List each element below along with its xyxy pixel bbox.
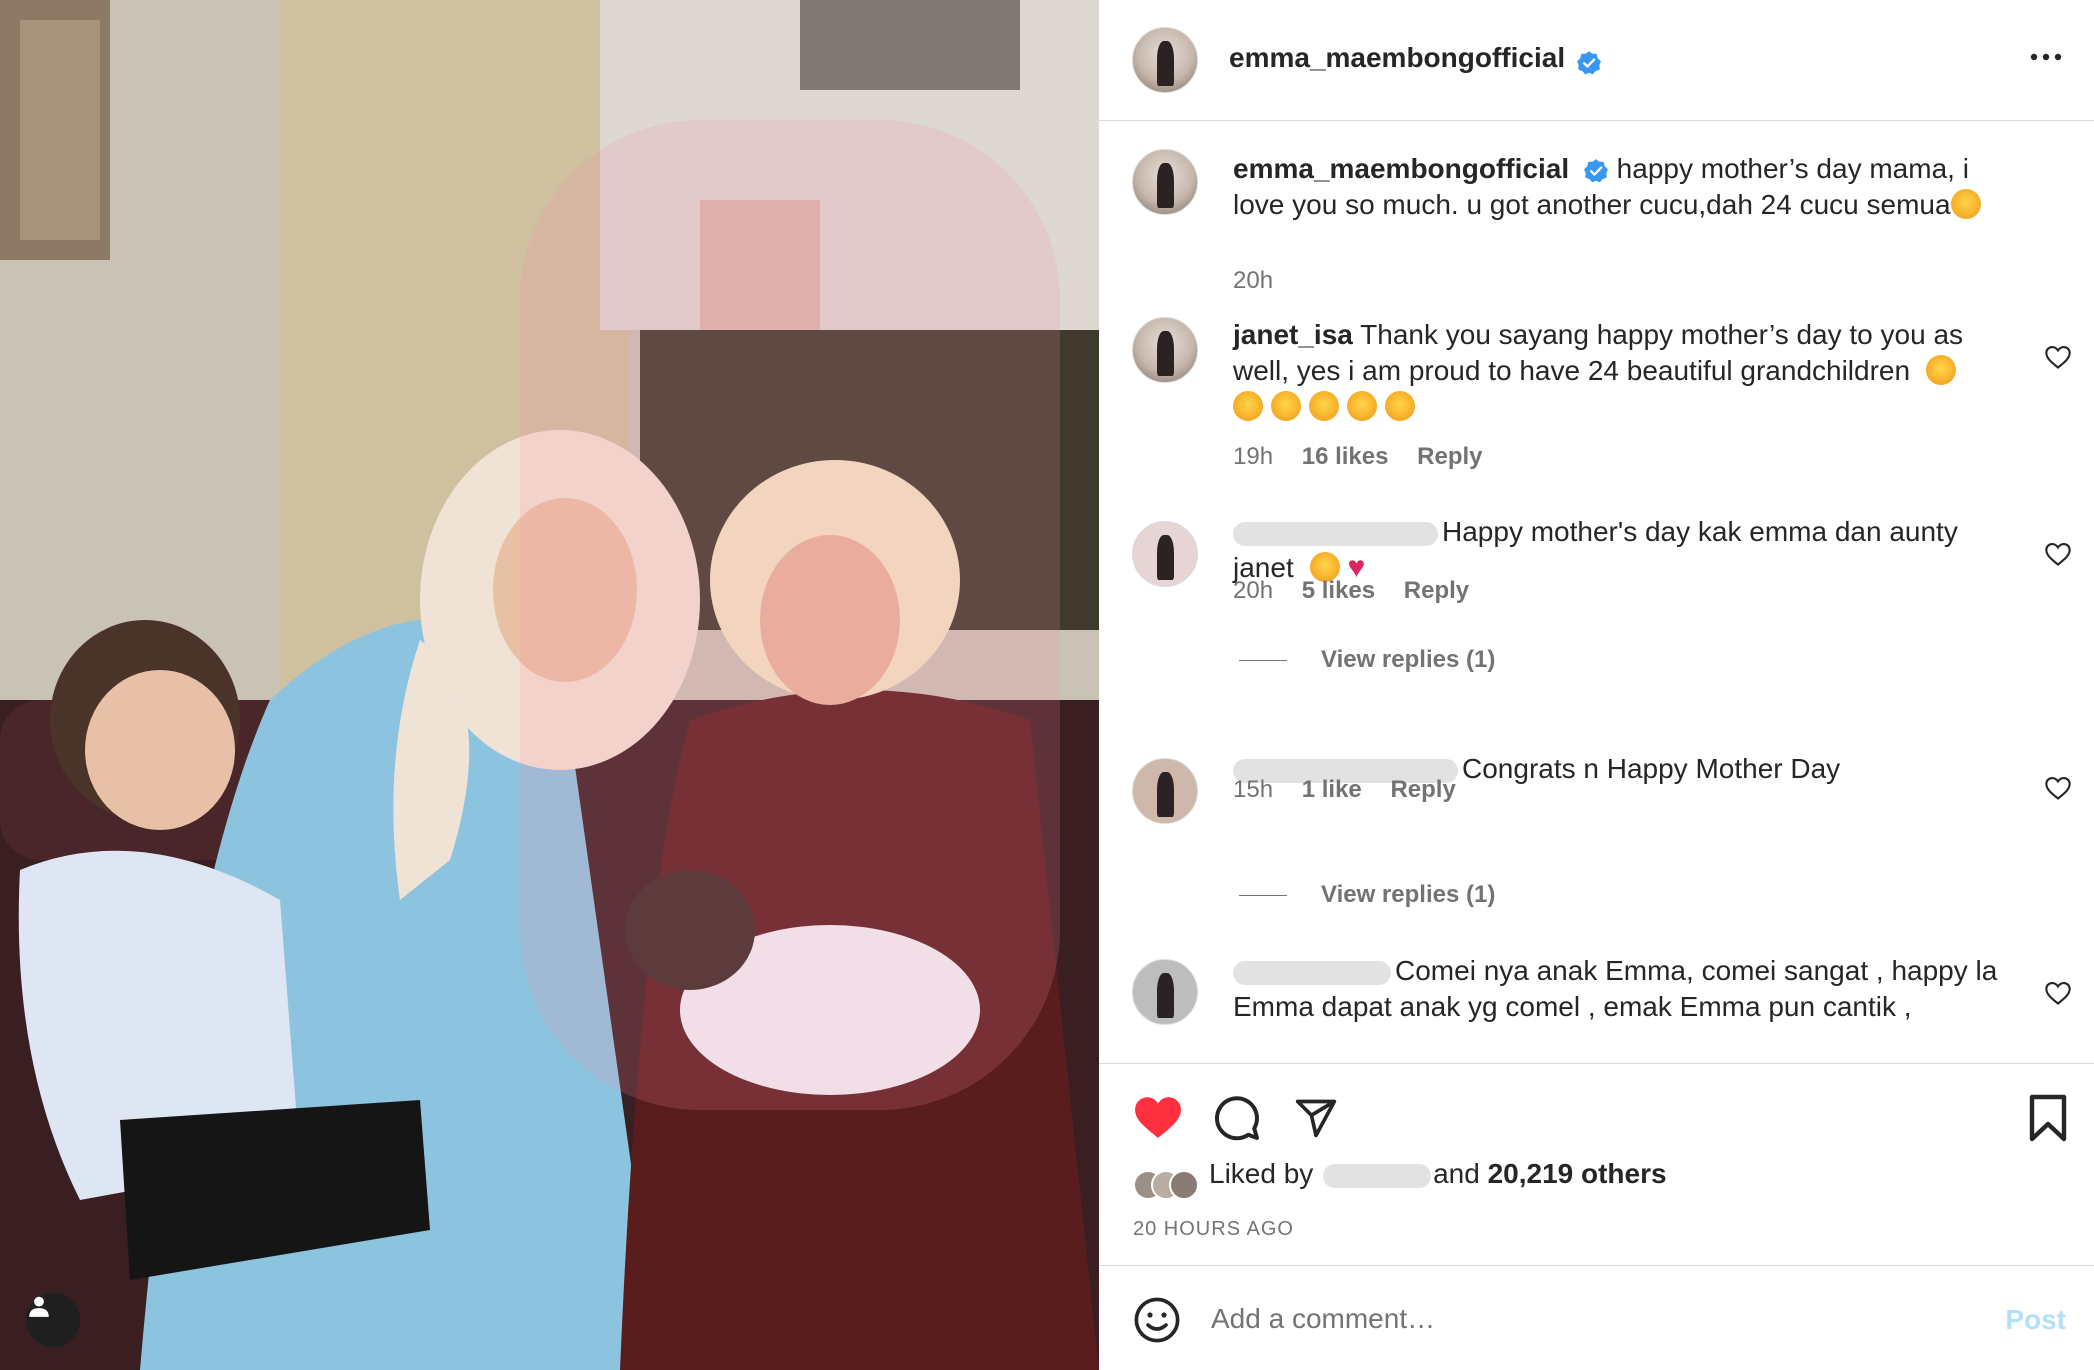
reply-button[interactable]: Reply	[1417, 443, 1482, 470]
comment-likes[interactable]: 1 like	[1302, 776, 1362, 803]
user-tag-icon	[29, 1296, 49, 1317]
comments-list[interactable]: emma_maembongofficial happy mother’s day…	[1099, 121, 2094, 1063]
caption-username[interactable]: emma_maembongofficial	[1233, 153, 1569, 184]
smiling-hearts-emoji-icon	[1309, 391, 1339, 421]
caption-author-avatar[interactable]	[1132, 149, 1198, 215]
view-replies-button[interactable]: View replies (1)	[1239, 881, 1495, 909]
smiling-hearts-emoji-icon	[1271, 391, 1301, 421]
heart-filled-icon[interactable]	[1133, 1094, 1183, 1140]
commenter-avatar[interactable]	[1132, 758, 1198, 824]
comment-likes[interactable]: 16 likes	[1302, 443, 1389, 470]
comment-time: 19h	[1233, 443, 1274, 470]
comment-icon[interactable]	[1213, 1094, 1261, 1142]
more-icon[interactable]	[2028, 45, 2064, 69]
caption-text-block: emma_maembongofficial happy mother’s day…	[1233, 151, 2003, 223]
view-replies-button[interactable]: View replies (1)	[1239, 646, 1495, 674]
post-timestamp[interactable]: 20 HOURS AGO	[1133, 1218, 1294, 1241]
post-photo[interactable]	[0, 0, 1099, 1370]
liked-by-and: and	[1433, 1158, 1480, 1189]
emoji-icon[interactable]	[1133, 1296, 1181, 1344]
view-replies-label: View replies (1)	[1321, 646, 1496, 673]
commenter-avatar[interactable]	[1132, 317, 1198, 383]
commenter-username-hidden[interactable]	[1233, 960, 1391, 985]
view-replies-divider	[1239, 660, 1287, 662]
smiling-hearts-emoji-icon	[1233, 391, 1263, 421]
comment-like-heart-icon[interactable]	[2044, 343, 2072, 371]
liked-by-prefix: Liked by	[1209, 1158, 1314, 1189]
commenter-username[interactable]: janet_isa	[1233, 319, 1353, 350]
verified-badge-icon	[1583, 158, 1608, 182]
comment-meta: 15h 1 like Reply	[1233, 776, 1478, 804]
author-username[interactable]: emma_maembongofficial	[1229, 42, 1565, 73]
post-side-panel: emma_maembongofficial emma_maembongoffic…	[1099, 0, 2094, 1370]
comment-like-heart-icon[interactable]	[2044, 540, 2072, 568]
send-icon[interactable]	[1293, 1096, 1339, 1140]
comment-text-block: janet_isa Thank you sayang happy mother’…	[1233, 317, 2003, 425]
smiling-hearts-emoji-icon	[1925, 355, 1956, 385]
comment-time: 20h	[1233, 577, 1274, 604]
comment-time: 15h	[1233, 776, 1274, 803]
commenter-username-hidden[interactable]	[1233, 521, 1438, 546]
commenter-avatar[interactable]	[1132, 959, 1198, 1025]
likes-count[interactable]: 20,219 others	[1488, 1158, 1667, 1189]
grinning-sweat-emoji-icon	[1950, 189, 1981, 219]
liked-by-text: Liked by and 20,219 others	[1209, 1158, 1667, 1190]
smiling-hearts-emoji-icon	[1385, 391, 1415, 421]
liked-by-avatars[interactable]	[1133, 1170, 1199, 1205]
liker-avatar	[1169, 1170, 1199, 1200]
comment-meta: 19h 16 likes Reply	[1233, 443, 1505, 471]
comment-like-heart-icon[interactable]	[2044, 774, 2072, 802]
bookmark-icon[interactable]	[2028, 1094, 2068, 1142]
verified-badge-icon	[1576, 50, 1601, 75]
add-comment-bar: Post	[1099, 1265, 2094, 1370]
liked-by-username-hidden[interactable]	[1323, 1163, 1432, 1188]
comment-text: Congrats n Happy Mother Day	[1462, 753, 1841, 784]
comment-text-block: Happy mother's day kak emma dan aunty ja…	[1233, 514, 2003, 586]
author-name-row: emma_maembongofficial	[1229, 42, 1602, 76]
view-replies-label: View replies (1)	[1321, 881, 1496, 908]
comment-like-heart-icon[interactable]	[2044, 979, 2072, 1007]
post-header: emma_maembongofficial	[1099, 0, 2094, 121]
commenter-avatar[interactable]	[1132, 521, 1198, 587]
user-tag-button[interactable]	[26, 1293, 80, 1347]
comment-likes[interactable]: 5 likes	[1302, 577, 1375, 604]
comment-meta: 20h 5 likes Reply	[1233, 577, 1491, 605]
smiling-hearts-emoji-icon	[1347, 391, 1377, 421]
caption-time: 20h	[1233, 267, 1274, 294]
comment-text-block: Comei nya anak Emma, comei sangat , happ…	[1233, 953, 2003, 1025]
caption-meta: 20h	[1233, 267, 1295, 295]
comment-input[interactable]	[1211, 1294, 1931, 1344]
view-replies-divider	[1239, 895, 1287, 897]
post-comment-button[interactable]: Post	[2005, 1304, 2066, 1336]
reply-button[interactable]: Reply	[1390, 776, 1455, 803]
photo-scene	[0, 0, 1099, 1370]
reply-button[interactable]: Reply	[1404, 577, 1469, 604]
author-avatar[interactable]	[1132, 27, 1198, 93]
